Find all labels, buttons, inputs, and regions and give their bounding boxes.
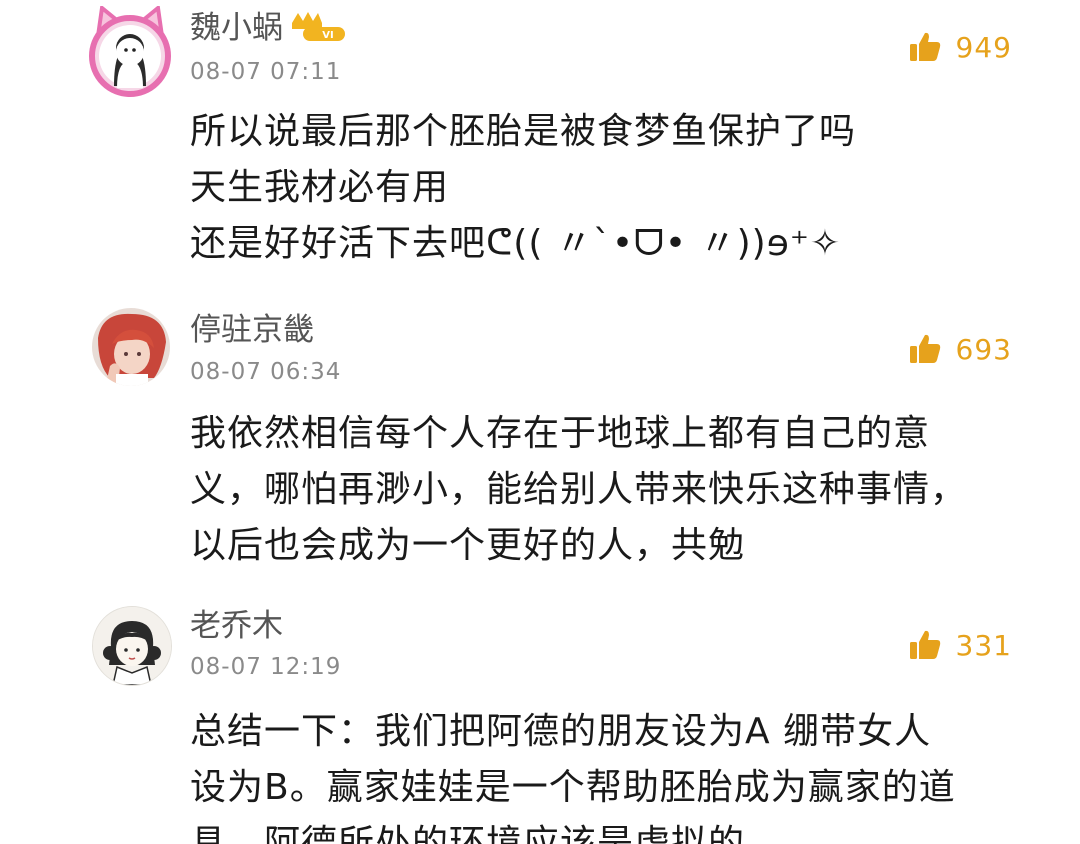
like-button[interactable]: 331 <box>908 628 1012 662</box>
comment-line: 所以说最后那个胚胎是被食梦鱼保护了吗 <box>190 111 857 152</box>
username[interactable]: 停驻京畿 <box>190 310 314 350</box>
comment-line: 义，哪怕再渺小，能给别人带来快乐这种事情， <box>190 469 968 510</box>
vip-badge: VI <box>289 9 347 43</box>
comment-line: 总结一下：我们把阿德的朋友设为A 绷带女人 <box>190 711 932 752</box>
like-button[interactable]: 949 <box>908 30 1012 64</box>
comment-item: 停驻京畿 08-07 06:34 693 我依然相信每个人存在于地球上都有自己的… <box>0 296 1080 596</box>
comment-line: 天生我材必有用 <box>190 167 450 208</box>
user-avatar-image <box>92 308 170 386</box>
username-text[interactable]: 魏小蜗 <box>190 10 283 46</box>
timestamp: 08-07 12:19 <box>190 654 342 680</box>
comment-line: 具。阿德所处的环境应该是虚拟的。 <box>190 823 783 844</box>
comment-body[interactable]: 所以说最后那个胚胎是被食梦鱼保护了吗 天生我材必有用 还是好好活下去吧ᕦ(( 〃… <box>190 104 1030 272</box>
like-button[interactable]: 693 <box>908 332 1012 366</box>
avatar[interactable] <box>92 606 172 686</box>
comment-item: 老乔木 08-07 12:19 331 总结一下：我们把阿德的朋友设为A 绷带女… <box>0 594 1080 844</box>
thumbs-up-icon <box>909 334 940 363</box>
crown-icon: VI <box>292 11 345 41</box>
avatar[interactable] <box>84 4 176 98</box>
comment-line: 我依然相信每个人存在于地球上都有自己的意 <box>190 413 931 454</box>
timestamp: 08-07 07:11 <box>190 59 342 85</box>
user-avatar-image <box>93 607 171 685</box>
comment-body[interactable]: 我依然相信每个人存在于地球上都有自己的意 义，哪怕再渺小，能给别人带来快乐这种事… <box>190 406 1030 574</box>
comment-line: 以后也会成为一个更好的人，共勉 <box>190 525 746 566</box>
username[interactable]: 魏小蜗 VI <box>190 8 347 48</box>
comment-line: 还是好好活下去吧ᕦ(( 〃`•ᗜ• 〃))ɘ⁺✧ <box>190 223 842 264</box>
vip-badge-text: VI <box>322 30 333 41</box>
like-count: 331 <box>955 628 1012 662</box>
like-count: 693 <box>955 332 1012 366</box>
thumbs-up-icon <box>909 32 940 61</box>
comment-item: 魏小蜗 VI 08-07 07:11 949 所以说最后那个胚胎是被食梦鱼保护了… <box>0 0 1080 290</box>
comment-line: 设为B。赢家娃娃是一个帮助胚胎成为赢家的道 <box>190 767 956 808</box>
like-count: 949 <box>955 30 1012 64</box>
avatar[interactable] <box>92 308 170 386</box>
comment-body[interactable]: 总结一下：我们把阿德的朋友设为A 绷带女人 设为B。赢家娃娃是一个帮助胚胎成为赢… <box>190 704 1030 844</box>
thumbs-up-icon <box>909 630 940 659</box>
username[interactable]: 老乔木 <box>190 606 283 646</box>
cat-ear-avatar-frame-icon <box>89 4 171 97</box>
comment-list: 魏小蜗 VI 08-07 07:11 949 所以说最后那个胚胎是被食梦鱼保护了… <box>0 0 1080 844</box>
timestamp: 08-07 06:34 <box>190 359 342 385</box>
